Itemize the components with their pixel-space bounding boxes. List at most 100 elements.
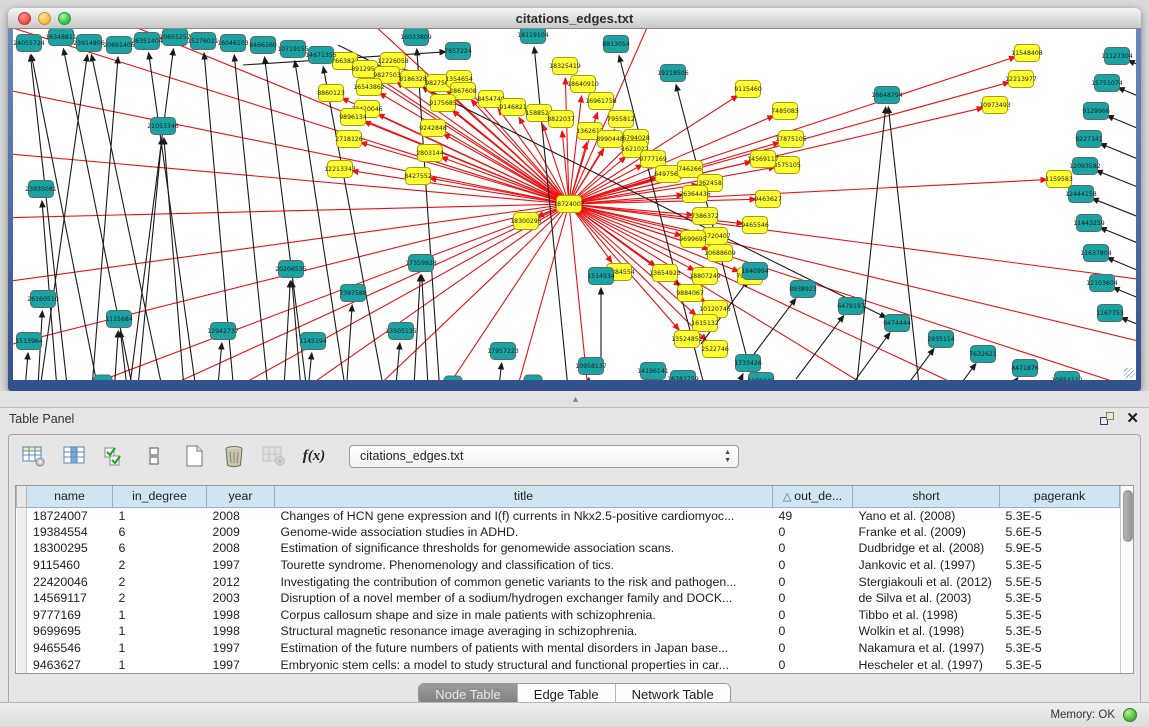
graph-node-yellow[interactable]: 8860123 [317,85,345,102]
graph-node-yellow[interactable]: 10973493 [979,97,1011,114]
table-cell[interactable]: 0 [773,656,853,673]
graph-node-yellow[interactable]: 9465546 [741,217,769,234]
table-cell[interactable]: Stergiakouli et al. (2012) [853,573,1000,590]
table-row[interactable]: 977716911998Corpus callosum shape and si… [17,607,1120,624]
table-cell[interactable]: Franke et al. (2009) [853,524,1000,541]
graph-node-teal[interactable]: 10654112 [1051,372,1083,381]
table-cell[interactable]: 5.3E-5 [1000,640,1120,657]
graph-node-yellow[interactable]: 8186328 [399,71,427,88]
table-cell[interactable]: 5.6E-5 [1000,524,1120,541]
graph-node-teal[interactable]: 13505135 [385,323,417,340]
graph-node-yellow[interactable]: 18724007 [553,196,585,213]
graph-node-teal[interactable]: 23914806 [73,35,105,52]
column-header[interactable]: pagerank [1000,486,1120,507]
create-table-column-icon[interactable] [21,443,47,469]
table-cell[interactable]: 1 [113,507,207,524]
column-header[interactable]: △out_de... [773,486,853,507]
table-cell[interactable]: 1998 [207,607,275,624]
graph-node-yellow[interactable]: 7485083 [771,103,799,120]
graph-node-yellow[interactable]: 16961758 [585,93,617,110]
table-cell[interactable]: 5.3E-5 [1000,656,1120,673]
table-header-row[interactable]: namein_degreeyeartitle△out_de...shortpag… [17,486,1120,507]
table-cell[interactable]: 1 [113,640,207,657]
table-cell[interactable]: 2008 [207,540,275,557]
table-cell[interactable]: 1998 [207,623,275,640]
graph-node-teal[interactable] [94,375,112,380]
graph-node-yellow[interactable]: 9463627 [754,191,782,208]
graph-node-yellow[interactable]: 26364436 [679,186,711,203]
graph-node-yellow[interactable]: 14569117 [747,151,779,168]
graph-node-teal[interactable]: 9227341 [1075,131,1103,148]
graph-node-teal[interactable]: 6479197 [837,298,865,315]
table-cell[interactable]: 2 [113,573,207,590]
graph-node-teal[interactable]: 2935114 [927,331,955,348]
tab-edge-table[interactable]: Edge Table [518,684,616,704]
graph-node-teal[interactable] [444,376,462,380]
table-cell[interactable]: 5.3E-5 [1000,590,1120,607]
graph-node-teal[interactable]: 1145194 [299,333,327,350]
table-selector-dropdown[interactable]: citations_edges.txt ▲▼ [349,445,739,468]
table-row[interactable]: 946554611997Estimation of the future num… [17,640,1120,657]
graph-node-yellow[interactable]: 9884067 [676,285,704,302]
graph-node-teal[interactable]: 17359928 [405,255,437,272]
graph-node-teal[interactable]: 12093582 [1069,158,1101,175]
graph-node-teal[interactable]: 8813054 [602,36,630,53]
graph-node-teal[interactable]: 16348811 [45,29,77,46]
graph-node-yellow[interactable]: 1615132 [691,315,719,332]
divider-handle-icon[interactable]: ▲ [571,394,580,404]
table-cell[interactable]: 1997 [207,557,275,574]
graph-node-yellow[interactable]: 18300295 [510,213,542,230]
graph-node-yellow[interactable]: 9896134 [339,109,367,126]
column-header[interactable] [17,486,27,507]
graph-node-yellow[interactable]: 7386372 [691,208,719,225]
column-header[interactable]: short [853,486,1000,507]
table-cell[interactable]: Nakamura et al. (1997) [853,640,1000,657]
graph-node-yellow[interactable]: 8990448 [596,131,624,148]
table-cell[interactable]: 0 [773,623,853,640]
table-cell[interactable]: 1997 [207,640,275,657]
graph-node-teal[interactable]: 19218506 [657,65,689,82]
graph-node-yellow[interactable]: 16543862 [353,79,385,96]
graph-node-teal[interactable]: 12942737 [207,323,239,340]
graph-node-yellow[interactable]: 2803144 [416,145,444,162]
graph-node-yellow[interactable]: 12213977 [1005,71,1037,88]
table-cell[interactable]: 9463627 [27,656,113,673]
graph-node-teal[interactable]: 8471876 [1011,360,1039,377]
window-resize-grip[interactable] [1124,368,1134,378]
minimize-window-button[interactable] [38,12,51,25]
table-cell[interactable]: 9465546 [27,640,113,657]
graph-node-teal[interactable]: 9129966 [1082,103,1110,120]
table-cell[interactable]: 2 [113,590,207,607]
graph-node-yellow[interactable]: 9699695 [679,231,707,248]
table-cell[interactable]: 1997 [207,656,275,673]
graph-node-yellow[interactable]: 11548408 [1011,45,1043,62]
table-cell[interactable]: Changes of HCN gene expression and I(f) … [275,507,773,524]
tab-network-table[interactable]: Network Table [616,684,730,704]
table-scrollbar[interactable] [1120,486,1133,673]
memory-status-indicator[interactable] [1123,708,1137,722]
graph-node-yellow[interactable]: 2522746 [701,341,729,358]
table-cell[interactable]: 0 [773,607,853,624]
graph-node-yellow[interactable]: 9115460 [734,81,762,98]
tab-node-table[interactable]: Node Table [419,684,518,704]
table-cell[interactable]: Wolkin et al. (1998) [853,623,1000,640]
function-builder-icon[interactable]: f(x) [301,443,327,469]
graph-node-teal[interactable]: 21053346 [147,118,179,135]
table-row[interactable]: 2242004622012Investigating the contribut… [17,573,1120,590]
graph-node-yellow[interactable]: 9777169 [639,151,667,168]
table-cell[interactable]: 2009 [207,524,275,541]
graph-node-teal[interactable]: 1513964 [15,333,43,350]
graph-node-teal[interactable]: 1514934 [587,268,615,285]
table-row[interactable]: 1830029562008Estimation of significance … [17,540,1120,557]
graph-node-teal[interactable]: 15276021 [187,33,219,50]
graph-node-yellow[interactable]: 8822037 [547,111,575,128]
table-cell[interactable]: 0 [773,524,853,541]
graph-node-yellow[interactable]: 2718126 [335,131,363,148]
table-cell[interactable]: Corpus callosum shape and size in male p… [275,607,773,624]
table-cell[interactable]: 2012 [207,573,275,590]
table-cell[interactable]: 22420046 [27,573,113,590]
table-cell[interactable]: 5.3E-5 [1000,623,1120,640]
graph-node-yellow[interactable]: 8427552 [404,168,432,185]
table-cell[interactable]: 18724007 [27,507,113,524]
node-table[interactable]: namein_degreeyeartitle△out_de...shortpag… [16,486,1120,673]
